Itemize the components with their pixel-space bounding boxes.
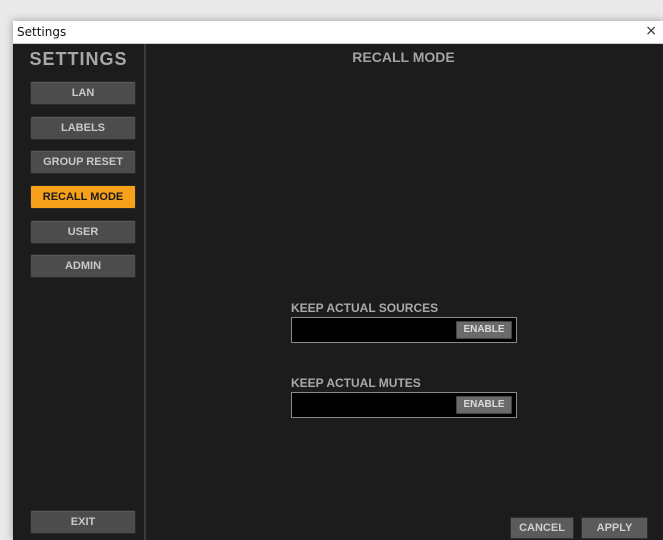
settings-content: SETTINGS LAN LABELS GROUP RESET RECALL M… — [13, 44, 663, 540]
sidebar-title: SETTINGS — [29, 49, 128, 69]
sidebar-item-user[interactable]: USER — [30, 220, 136, 244]
keep-actual-sources-field: ENABLE — [291, 317, 517, 343]
cancel-button[interactable]: CANCEL — [510, 517, 574, 539]
page-title: RECALL MODE — [352, 49, 455, 65]
keep-actual-sources-label: KEEP ACTUAL SOURCES — [291, 301, 439, 315]
keep-actual-mutes-field: ENABLE — [291, 392, 517, 418]
window-title: Settings — [17, 25, 67, 39]
close-icon[interactable]: × — [645, 23, 657, 39]
title-bar: Settings × — [13, 21, 663, 44]
apply-button[interactable]: APPLY — [581, 517, 648, 539]
sidebar-item-labels[interactable]: LABELS — [30, 116, 136, 140]
keep-actual-mutes-label: KEEP ACTUAL MUTES — [291, 376, 421, 390]
sidebar-item-recall-mode[interactable]: RECALL MODE — [30, 185, 136, 209]
settings-window: Settings × SETTINGS LAN LABELS GROUP RES… — [13, 21, 663, 540]
sidebar-item-group-reset[interactable]: GROUP RESET — [30, 150, 136, 174]
keep-actual-sources-enable-button[interactable]: ENABLE — [456, 321, 512, 339]
keep-actual-mutes-enable-button[interactable]: ENABLE — [456, 396, 512, 414]
sidebar: SETTINGS LAN LABELS GROUP RESET RECALL M… — [13, 44, 146, 540]
exit-button[interactable]: EXIT — [30, 510, 136, 534]
sidebar-item-admin[interactable]: ADMIN — [30, 254, 136, 278]
sidebar-item-lan[interactable]: LAN — [30, 81, 136, 105]
